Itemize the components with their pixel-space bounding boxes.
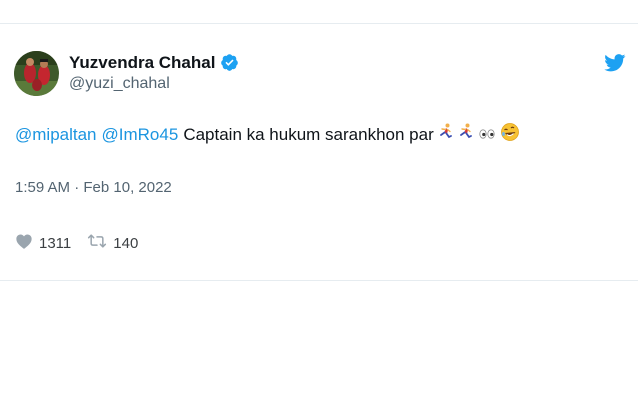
retweet-count: 140 bbox=[113, 234, 139, 252]
rolling-laughing-face-icon bbox=[500, 122, 520, 148]
mention-imro45[interactable]: @ImRo45 bbox=[102, 124, 179, 146]
heart-icon bbox=[15, 233, 33, 253]
tweet-text: @mipaltan @ImRo45 Captain ka hukum saran… bbox=[15, 122, 520, 148]
avatar[interactable] bbox=[14, 50, 59, 96]
eyes-icon bbox=[478, 124, 496, 146]
name-row: Yuzvendra Chahal bbox=[69, 53, 239, 73]
mention-mipaltan[interactable]: @mipaltan bbox=[15, 124, 97, 146]
page: Yuzvendra Chahal @yuzi_chahal @mipaltan bbox=[0, 0, 640, 400]
tweet-card[interactable]: Yuzvendra Chahal @yuzi_chahal @mipaltan bbox=[0, 23, 638, 281]
author-names: Yuzvendra Chahal @yuzi_chahal bbox=[69, 53, 239, 94]
author-handle[interactable]: @yuzi_chahal bbox=[69, 74, 239, 94]
verified-badge-icon bbox=[220, 53, 239, 72]
like-button[interactable]: 1311 bbox=[15, 233, 71, 253]
tweet-timestamp[interactable]: 1:59 AM · Feb 10, 2022 bbox=[15, 178, 172, 198]
twitter-bird-icon[interactable] bbox=[604, 54, 626, 72]
tweet-header: Yuzvendra Chahal @yuzi_chahal bbox=[14, 48, 239, 98]
avatar-image bbox=[14, 50, 59, 96]
retweet-icon bbox=[87, 234, 107, 252]
retweet-button[interactable]: 140 bbox=[87, 234, 138, 252]
display-name[interactable]: Yuzvendra Chahal bbox=[69, 53, 215, 73]
tweet-stats: 1311 140 bbox=[15, 233, 154, 253]
running-person-icon bbox=[438, 123, 454, 147]
like-count: 1311 bbox=[39, 234, 72, 252]
running-person-icon bbox=[458, 123, 474, 147]
tweet-body: Captain ka hukum sarankhon par bbox=[183, 125, 434, 144]
